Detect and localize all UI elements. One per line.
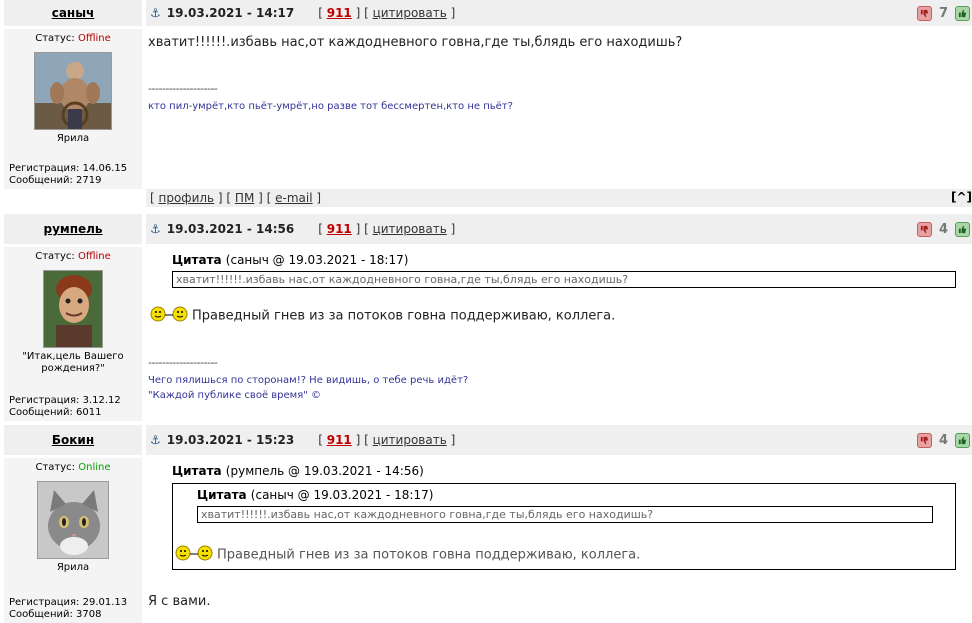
post-number-link[interactable]: 911 — [327, 6, 352, 20]
anchor-icon[interactable]: ⚓ — [150, 433, 161, 447]
avatar — [37, 481, 109, 559]
pm-link[interactable]: ПМ — [235, 191, 254, 205]
thumb-up-icon[interactable] — [955, 221, 970, 237]
post-header: Бокин ⚓ 19.03.2021 - 15:23 [ 911 ] [ цит… — [4, 425, 972, 455]
signature-line-1: Чего пялишься по сторонам!? Не видишь, о… — [148, 375, 469, 386]
registration-date: Регистрация: 3.12.12 — [9, 395, 121, 406]
user-info: Статус: Offline Ярила Регистрация: 14.06… — [4, 29, 142, 189]
post-header: саныч ⚓ 19.03.2021 - 14:17 [ 911 ] [ цит… — [4, 0, 972, 26]
thumb-up-icon[interactable] — [955, 5, 970, 21]
user-title: "Итак,цель Вашего рождения?" — [22, 351, 124, 374]
inner-quote-text: хватит!!!!!!.избавь нас,от каждодневного… — [197, 506, 933, 523]
avatar — [43, 270, 103, 348]
thumb-down-icon[interactable] — [916, 432, 932, 448]
nested-quote: Цитата (саныч @ 19.03.2021 - 18:17) хват… — [172, 483, 956, 570]
quote-link[interactable]: цитировать — [373, 433, 447, 447]
post-number-link[interactable]: 911 — [327, 222, 352, 236]
message-count: Сообщений: 6011 — [9, 407, 102, 418]
post-body: хватит!!!!!!.избавь нас,от каждодневного… — [146, 29, 972, 189]
post-footer: [ профиль ] [ ПМ ] [ e-mail ] [^] — [4, 189, 972, 207]
quote-block: Цитата (саныч @ 19.03.2021 - 18:17) хват… — [148, 253, 970, 288]
back-to-top-link[interactable]: [^] — [951, 190, 972, 204]
rating: 4 — [916, 214, 970, 244]
registration-date: Регистрация: 29.01.13 — [9, 597, 128, 608]
post-3: Бокин ⚓ 19.03.2021 - 15:23 [ 911 ] [ цит… — [4, 425, 972, 623]
profile-link[interactable]: профиль — [159, 191, 215, 205]
anchor-icon[interactable]: ⚓ — [150, 222, 161, 236]
user-title: Ярила — [56, 133, 90, 144]
post-body: Цитата (румпель @ 19.03.2021 - 14:56) Ци… — [146, 458, 972, 623]
user-title: Ярила — [56, 562, 90, 573]
post-date: 19.03.2021 - 15:23 — [166, 433, 295, 447]
quote-link[interactable]: цитировать — [373, 6, 447, 20]
post-2: румпель ⚓ 19.03.2021 - 14:56 [ 911 ] [ ц… — [4, 214, 972, 421]
post-date: 19.03.2021 - 14:17 — [166, 6, 295, 20]
message-count: Сообщений: 2719 — [9, 175, 102, 186]
anchor-icon[interactable]: ⚓ — [150, 6, 161, 20]
username-link[interactable]: саныч — [52, 6, 95, 20]
user-info: Статус: Online Ярила Регистрация: 29.01.… — [4, 458, 142, 623]
rating-count: 4 — [938, 432, 948, 448]
signature: кто пил-умрёт,кто пьёт-умрёт,но разве то… — [148, 101, 513, 112]
avatar — [34, 52, 112, 130]
signature-line-2: "Каждой публике своё время" © — [148, 390, 322, 401]
post-header: румпель ⚓ 19.03.2021 - 14:56 [ 911 ] [ ц… — [4, 214, 972, 244]
rating-count: 7 — [938, 5, 948, 21]
quote-meta: (саныч @ 19.03.2021 - 18:17) — [225, 253, 409, 267]
quote-text: хватит!!!!!!.избавь нас,от каждодневного… — [172, 271, 956, 288]
username-link[interactable]: румпель — [43, 222, 102, 236]
status-badge: Offline — [77, 251, 111, 262]
quote-label: Цитата — [172, 253, 222, 267]
rating-count: 4 — [938, 221, 948, 237]
rating: 4 — [916, 425, 970, 455]
post-1: саныч ⚓ 19.03.2021 - 14:17 [ 911 ] [ цит… — [4, 0, 972, 207]
post-number-link[interactable]: 911 — [327, 433, 352, 447]
quote-label: Цитата — [172, 464, 222, 478]
message-count: Сообщений: 3708 — [9, 609, 102, 620]
quote-link[interactable]: цитировать — [373, 222, 447, 236]
email-link[interactable]: e-mail — [275, 191, 312, 205]
status-badge: Offline — [77, 33, 111, 44]
user-info: Статус: Offline "Итак,цель Вашего рожден… — [4, 247, 142, 421]
thumb-down-icon[interactable] — [916, 5, 932, 21]
message-text: Праведный гнев из за потоков говна подде… — [192, 308, 616, 324]
message-text: хватит!!!!!!.избавь нас,от каждодневного… — [148, 35, 683, 50]
thumb-down-icon[interactable] — [916, 221, 932, 237]
quote-block: Цитата (румпель @ 19.03.2021 - 14:56) Ци… — [148, 464, 970, 570]
inner-quote-meta: (саныч @ 19.03.2021 - 18:17) — [250, 488, 434, 502]
thumb-up-icon[interactable] — [955, 432, 970, 448]
smiley-icon — [175, 545, 213, 565]
message-text: Я с вами. — [148, 594, 211, 609]
signature-separator: -------------------- — [148, 356, 218, 369]
signature-separator: -------------------- — [148, 82, 218, 95]
status-badge: Online — [78, 462, 111, 473]
rating: 7 — [916, 0, 970, 26]
username-link[interactable]: Бокин — [52, 433, 94, 447]
smiley-icon — [150, 306, 188, 326]
registration-date: Регистрация: 14.06.15 — [9, 163, 128, 174]
post-date: 19.03.2021 - 14:56 — [166, 222, 295, 236]
inner-quote-label: Цитата — [197, 488, 247, 502]
post-body: Цитата (саныч @ 19.03.2021 - 18:17) хват… — [146, 247, 972, 421]
inner-message-text: Праведный гнев из за потоков говна подде… — [217, 547, 641, 563]
quote-meta: (румпель @ 19.03.2021 - 14:56) — [225, 464, 424, 478]
